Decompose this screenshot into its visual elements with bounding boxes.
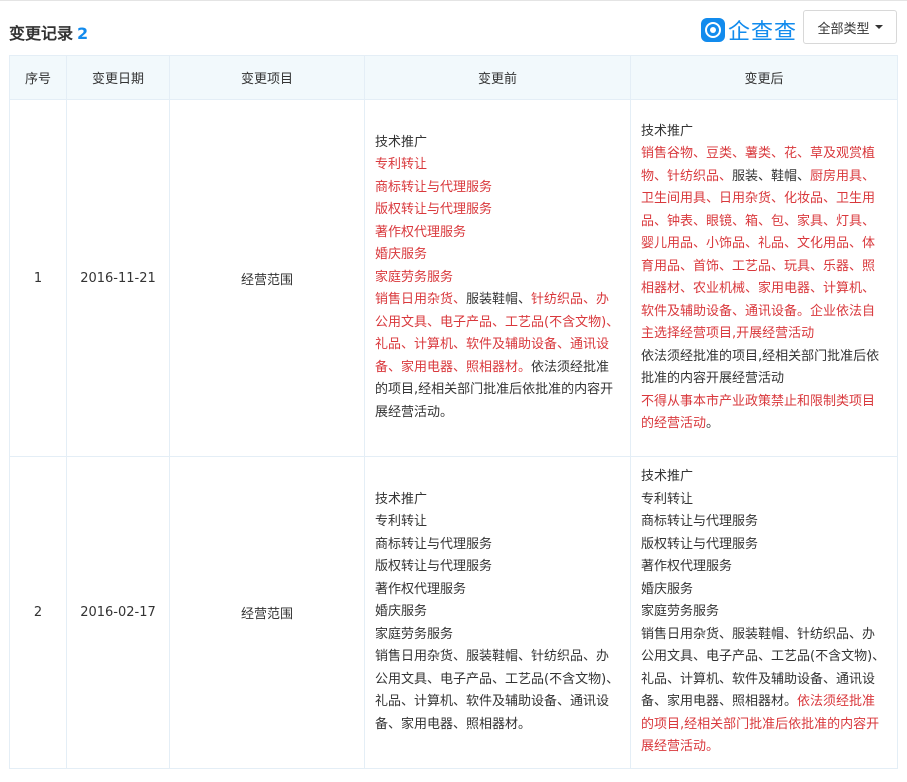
unchanged-text: 技术推广: [375, 134, 428, 150]
changed-text: 著作权代理服务: [375, 224, 467, 240]
unchanged-text: 。: [706, 416, 720, 431]
unchanged-text: 技术推广: [641, 123, 694, 139]
unchanged-text: 服装、鞋帽、: [732, 168, 811, 184]
unchanged-text: 版权转让与代理服务: [641, 536, 759, 552]
section-title-text: 变更记录: [9, 24, 74, 43]
cell-date: 2016-11-21: [66, 99, 170, 457]
unchanged-text: 专利转让: [641, 491, 694, 507]
col-header-item: 变更项目: [169, 55, 365, 100]
change-records-table-wrapper: 序号 变更日期 变更项目 变更前 变更后 1 2016-11-21 经营范围 技…: [9, 55, 898, 769]
cell-item: 经营范围: [169, 99, 365, 457]
table-row: 2 2016-02-17 经营范围 技术推广 专利转让 商标转让与代理服务 版权转让与…: [9, 456, 898, 769]
cell-item: 经营范围: [169, 456, 365, 769]
logo-text: 企查查: [728, 20, 798, 45]
cell-before: 技术推广专利转让商标转让与代理服务 版权转让与代理服务 著作权代理服务 婚庆服务家庭劳…: [364, 456, 631, 769]
cell-after: 技术推广专利转让商标转让与代理服务 版权转让与代理服务 著作权代理服务 婚庆服务家庭劳…: [630, 456, 898, 769]
cell-index: 2: [9, 456, 67, 769]
unchanged-text: 商标转让与代理服务: [641, 514, 759, 530]
unchanged-text: 版权转让与代理服务: [375, 559, 493, 575]
unchanged-text: 婚庆服务: [641, 581, 694, 597]
unchanged-text: 家庭劳务服务: [641, 604, 720, 620]
unchanged-text: 著作权代理服务: [641, 559, 733, 575]
change-records-table: 序号 变更日期 变更项目 变更前 变更后 1 2016-11-21 经营范围 技…: [9, 55, 898, 769]
unchanged-text: 服装鞋帽、: [466, 292, 532, 308]
changed-text: 不得从事本市产业政策禁止和限制类项目的经营活动: [641, 393, 876, 432]
cell-index: 1: [9, 99, 67, 457]
unchanged-text: 家庭劳务服务: [375, 626, 454, 642]
unchanged-text: 商标转让与代理服务: [375, 536, 493, 552]
col-header-before: 变更前: [364, 55, 631, 100]
changed-text: 厨房用具、卫生间用具、日用杂货、化妆品、卫生用品、钟表、眼镜、箱、包、家具、灯具…: [641, 168, 876, 342]
changed-text: 版权转让与代理服务: [375, 202, 493, 218]
changed-text: 婚庆服务: [375, 247, 428, 263]
unchanged-text: 专利转让: [375, 514, 428, 530]
col-header-after: 变更后: [630, 55, 898, 100]
cell-after: 技术推广 销售谷物、豆类、薯类、花、草及观赏植物、针纺织品、服装、鞋帽、厨房用具、…: [630, 99, 898, 457]
unchanged-text: 依法须经批准的项目,经相关部门批准后依批准的内容开展经营活动: [641, 348, 880, 387]
type-filter-dropdown[interactable]: 全部类型: [803, 10, 897, 44]
changed-text: 销售日用杂货、: [375, 292, 467, 308]
top-divider: [0, 0, 907, 1]
table-header-row: 序号 变更日期 变更项目 变更前 变更后: [9, 55, 898, 100]
section-header: 变更记录 2 企查查 全部类型: [0, 8, 907, 48]
unchanged-text: 技术推广: [375, 491, 428, 507]
section-title: 变更记录 2: [9, 20, 88, 44]
unchanged-text: 技术推广: [641, 469, 694, 485]
col-header-date: 变更日期: [66, 55, 170, 100]
changed-text: 专利转让: [375, 157, 428, 173]
unchanged-text: 著作权代理服务: [375, 581, 467, 597]
col-header-index: 序号: [9, 55, 67, 100]
changed-text: 家庭劳务服务: [375, 269, 454, 285]
unchanged-text: 销售日用杂货、服装鞋帽、针纺织品、办公用文具、电子产品、工艺品(不含文物)、礼品…: [375, 649, 620, 732]
record-count: 2: [77, 24, 89, 43]
caret-down-icon: [874, 25, 883, 29]
qichacha-logo-icon: [701, 18, 725, 42]
cell-date: 2016-02-17: [66, 456, 170, 769]
unchanged-text: 婚庆服务: [375, 604, 428, 620]
changed-text: 商标转让与代理服务: [375, 179, 493, 195]
table-row: 1 2016-11-21 经营范围 技术推广专利转让商标转让与代理服务 版权转让与…: [9, 99, 898, 457]
type-filter-label: 全部类型: [817, 21, 870, 37]
cell-before: 技术推广专利转让商标转让与代理服务 版权转让与代理服务 著作权代理服务 婚庆服务家庭劳…: [364, 99, 631, 457]
qichacha-logo: 企查查: [701, 16, 798, 45]
